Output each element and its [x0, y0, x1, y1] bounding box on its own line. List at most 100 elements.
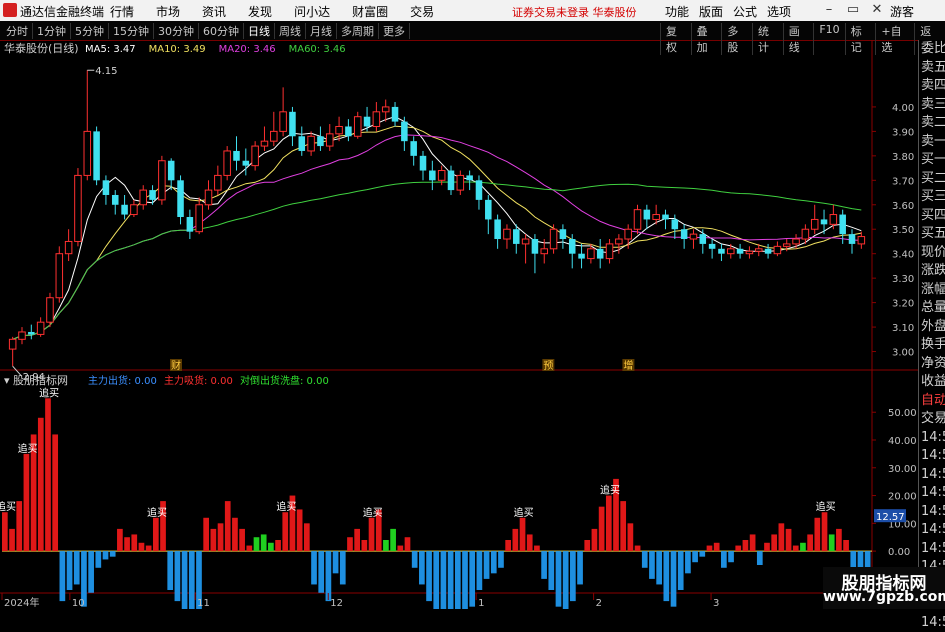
side-panel-item[interactable]: 涨幅 — [919, 281, 945, 300]
side-panel-item[interactable]: 14:56 — [919, 484, 945, 503]
right-menu-item-0[interactable]: 功能 — [665, 3, 689, 20]
period-tab-8[interactable]: 月线 — [306, 23, 337, 39]
indicator-bar — [362, 540, 368, 551]
menu-item-6[interactable]: 交易 — [410, 3, 434, 20]
indicator-bar — [807, 534, 813, 551]
side-panel-item[interactable]: 卖二 — [919, 114, 945, 133]
maximize-icon[interactable]: ▭ — [842, 2, 864, 18]
candle-body — [168, 161, 175, 181]
menu-item-1[interactable]: 市场 — [156, 3, 180, 20]
candle-body — [830, 215, 837, 225]
right-menu-item-3[interactable]: 选项 — [767, 3, 791, 20]
side-panel-item[interactable]: 14:56 — [919, 503, 945, 522]
side-panel-item[interactable]: 涨跌 — [919, 262, 945, 281]
right-menu-item-2[interactable]: 公式 — [733, 3, 757, 20]
high-price-label: 4.15 — [95, 66, 117, 77]
candle-body — [140, 190, 147, 205]
period-tab-9[interactable]: 多周期 — [337, 23, 379, 39]
event-marker-1: 预 — [543, 360, 553, 372]
price-tick-label: 4.00 — [892, 103, 914, 114]
candle-body — [513, 229, 520, 244]
minimize-icon[interactable]: – — [818, 2, 840, 18]
close-icon[interactable]: ✕ — [866, 2, 888, 18]
candle-body — [709, 244, 716, 249]
period-tab-4[interactable]: 30分钟 — [154, 23, 199, 39]
event-marker-2: 增 — [623, 359, 633, 372]
candle-body — [196, 205, 203, 232]
side-panel-item[interactable]: 14:55 — [919, 447, 945, 466]
candle-body — [326, 134, 333, 146]
side-panel-item[interactable]: 买二 — [919, 170, 945, 189]
signal-label: 追买 — [147, 506, 167, 519]
watermark: 股朋指标网 www.7gpzb.com — [823, 567, 945, 609]
period-tab-2[interactable]: 5分钟 — [71, 23, 109, 39]
candle-body — [802, 229, 809, 239]
period-tab-5[interactable]: 60分钟 — [199, 23, 244, 39]
candle-body — [299, 136, 306, 151]
candle-body — [429, 171, 436, 181]
period-tab-3[interactable]: 15分钟 — [109, 23, 154, 39]
guest-label[interactable]: 游客 — [890, 3, 914, 20]
stock-label: 华泰股份(日线) — [4, 41, 79, 55]
chart-area[interactable]: 华泰股份(日线)MA5: 3.47MA10: 3.49MA20: 3.46MA6… — [0, 40, 945, 609]
period-tab-7[interactable]: 周线 — [275, 23, 306, 39]
candle-body — [746, 251, 753, 253]
period-toolbar: 分时1分钟5分钟15分钟30分钟60分钟日线周线月线多周期更多 复权叠加多股统计… — [0, 21, 945, 41]
side-panel-item[interactable]: 14:56 — [919, 614, 945, 632]
side-panel-item[interactable]: 14:56 — [919, 521, 945, 540]
side-panel-item[interactable]: 交易 — [919, 410, 945, 429]
candle-body — [765, 249, 772, 254]
side-panel-item[interactable]: 卖三 — [919, 96, 945, 115]
side-panel-item[interactable]: 收益 — [919, 373, 945, 392]
right-menu-item-1[interactable]: 版面 — [699, 3, 723, 20]
candle-body — [354, 117, 361, 137]
side-panel-item[interactable]: 买一 — [919, 151, 945, 170]
period-tab-6[interactable]: 日线 — [244, 23, 275, 39]
signal-label: 追买 — [363, 506, 383, 519]
side-panel-item[interactable]: 外盘 — [919, 318, 945, 337]
indicator-bar — [383, 540, 389, 551]
indicator-bar — [592, 529, 598, 551]
side-panel-item[interactable]: 现价 — [919, 244, 945, 263]
menu-item-5[interactable]: 财富圈 — [352, 3, 388, 20]
indicator-bar — [563, 551, 569, 609]
side-panel-item[interactable]: 换手 — [919, 336, 945, 355]
side-panel-item[interactable]: 净资 — [919, 355, 945, 374]
side-panel-item[interactable]: 买四 — [919, 207, 945, 226]
indicator-bar — [390, 529, 396, 551]
title-bar: 通达信金融终端 行情市场资讯发现问小达财富圈交易 证券交易未登录 华泰股份 功能… — [0, 0, 945, 22]
side-panel-item[interactable]: 14:56 — [919, 540, 945, 559]
menu-item-2[interactable]: 资讯 — [202, 3, 226, 20]
menu-item-3[interactable]: 发现 — [248, 3, 272, 20]
trade-login-warning[interactable]: 证券交易未登录 华泰股份 — [512, 4, 637, 20]
indicator-bar — [620, 501, 626, 551]
side-panel-item[interactable]: 总量 — [919, 299, 945, 318]
menu-item-0[interactable]: 行情 — [110, 3, 134, 20]
side-panel-item[interactable]: 卖五 — [919, 59, 945, 78]
indicator-bar — [426, 551, 432, 601]
candle-body — [261, 141, 268, 146]
side-panel-item[interactable]: 买三 — [919, 188, 945, 207]
candle-body — [28, 332, 35, 334]
indicator-bar — [735, 546, 741, 552]
candle-body — [233, 151, 240, 161]
side-panel-item[interactable]: 买五 — [919, 225, 945, 244]
indicator-bar — [584, 540, 590, 551]
candle-body — [252, 146, 259, 166]
side-panel-item[interactable]: 卖四 — [919, 77, 945, 96]
side-panel-item[interactable]: 自动 — [919, 392, 945, 411]
side-panel-item[interactable]: 14:55 — [919, 466, 945, 485]
candle-body — [243, 161, 250, 166]
candle-body — [476, 180, 483, 200]
indicator-bar — [714, 543, 720, 551]
candle-body — [187, 217, 194, 232]
menu-item-4[interactable]: 问小达 — [294, 3, 330, 20]
indicator-bar — [2, 512, 8, 551]
side-panel-item[interactable]: 14:55 — [919, 429, 945, 448]
side-panel-item[interactable]: 卖一 — [919, 133, 945, 152]
period-tab-10[interactable]: 更多 — [379, 23, 410, 39]
period-tab-0[interactable]: 分时 — [2, 23, 33, 39]
indicator-bar — [477, 551, 483, 590]
period-tab-1[interactable]: 1分钟 — [33, 23, 71, 39]
side-panel-item[interactable]: 委比 — [919, 40, 945, 59]
